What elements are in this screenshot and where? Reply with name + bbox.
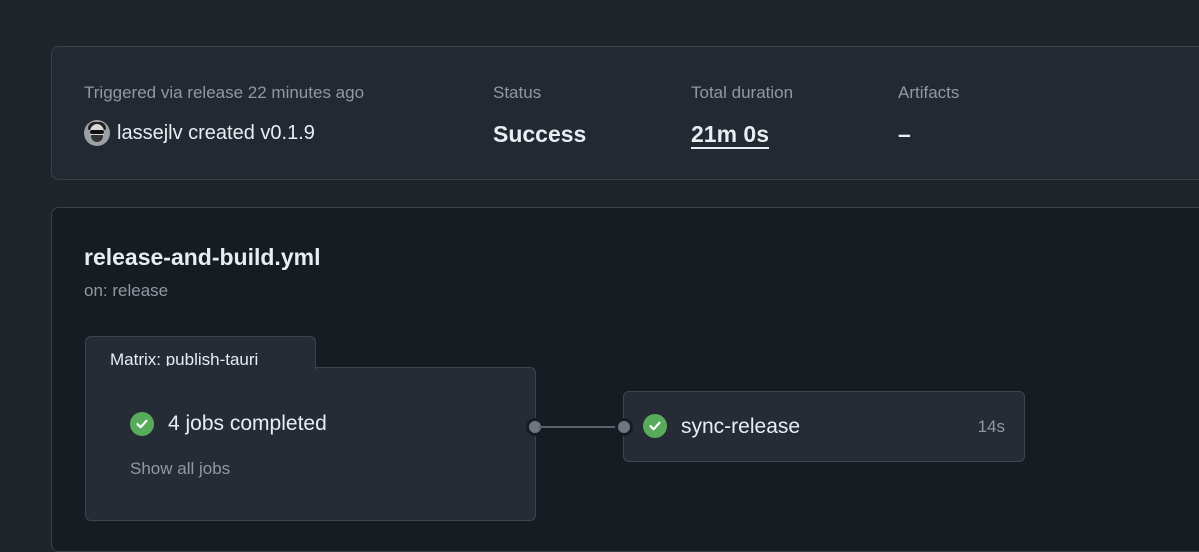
job-duration: 14s (977, 417, 1005, 436)
workflow-title: release-and-build.yml (84, 244, 321, 270)
avatar[interactable] (84, 120, 110, 146)
duration-link[interactable]: 21m 0s (691, 120, 793, 148)
jobs-summary-row: 4 jobs completed (130, 412, 327, 436)
trigger-row: lassejlv created v0.1.9 (84, 120, 364, 146)
matrix-label: Matrix: publish-tauri (85, 336, 316, 370)
job-name: sync-release (681, 415, 801, 438)
status-label: Status (493, 83, 542, 102)
connector-dot-in (615, 418, 633, 436)
show-all-jobs-link[interactable]: Show all jobs (130, 459, 230, 479)
trigger-text[interactable]: lassejlv created v0.1.9 (117, 122, 315, 145)
artifacts-label: Artifacts (898, 83, 960, 102)
check-circle-icon (130, 412, 154, 436)
trigger-label: Triggered via release 22 minutes ago (84, 83, 365, 102)
workflow-trigger: on: release (84, 281, 169, 300)
duration-section: Total duration 21m 0s (691, 83, 793, 148)
job-sync-release[interactable]: sync-release 14s (623, 391, 1025, 462)
jobs-summary-text: 4 jobs completed (168, 412, 327, 435)
status-section: Status Success (493, 83, 586, 148)
status-value: Success (493, 121, 587, 147)
run-summary-card: Triggered via release 22 minutes ago las… (51, 46, 1199, 180)
matrix-job-group[interactable]: 4 jobs completed Show all jobs (85, 367, 536, 521)
check-circle-icon (643, 414, 667, 438)
artifacts-value: – (898, 121, 911, 147)
connector-line (538, 426, 624, 428)
trigger-section: Triggered via release 22 minutes ago las… (84, 83, 364, 146)
artifacts-section: Artifacts – (898, 83, 959, 148)
duration-label: Total duration (691, 83, 794, 102)
workflow-graph-card: release-and-build.yml on: release Matrix… (51, 207, 1199, 552)
